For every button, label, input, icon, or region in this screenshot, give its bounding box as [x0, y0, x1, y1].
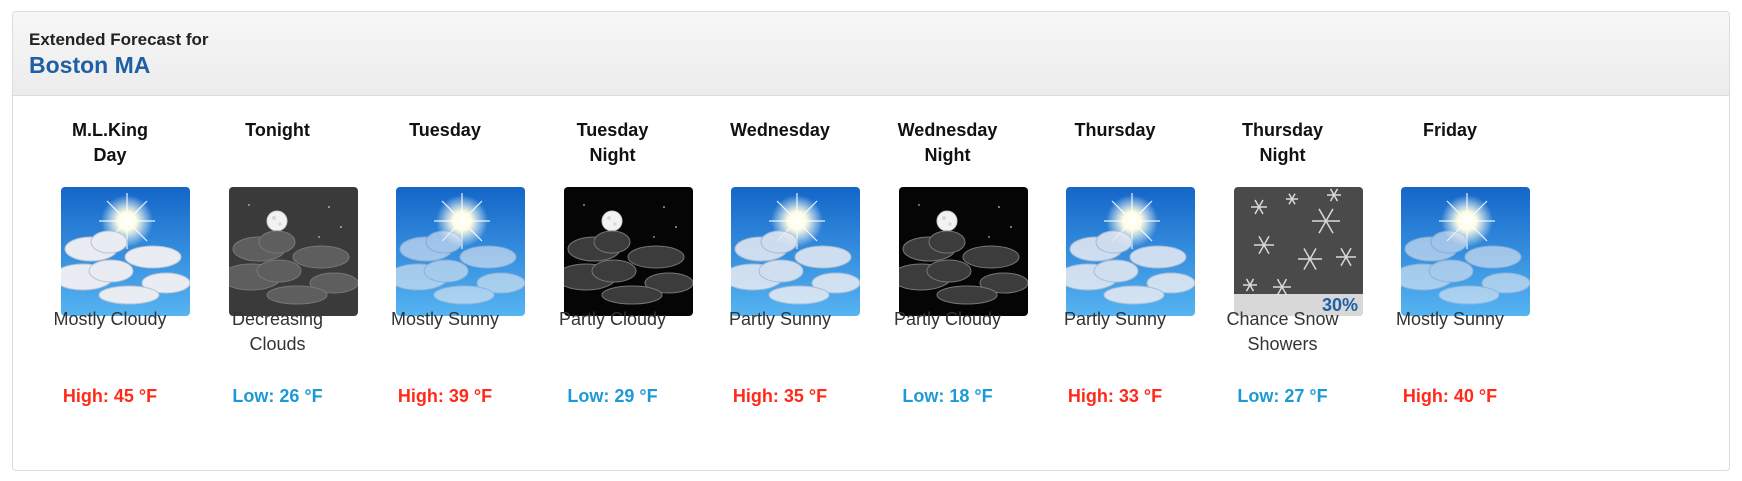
- period-name: Friday: [1422, 120, 1478, 140]
- short-description: Partly Cloudy: [558, 309, 667, 329]
- period-name: Wednesday Night: [897, 120, 998, 165]
- mostly-sunny-icon[interactable]: [396, 187, 525, 316]
- short-description: Chance Snow Showers: [1226, 309, 1339, 354]
- period-name: Tuesday Night: [576, 120, 649, 165]
- partly-cloudy-night-icon[interactable]: [563, 187, 693, 316]
- period-name: Thursday Night: [1241, 120, 1324, 165]
- short-description: Mostly Cloudy: [53, 309, 167, 329]
- period-name: Tonight: [245, 120, 310, 140]
- location-title[interactable]: Boston MA: [29, 51, 1713, 79]
- short-description: Mostly Sunny: [390, 309, 500, 329]
- panel-subtitle: Extended Forecast for: [29, 30, 209, 49]
- forecast-panel: Extended Forecast for Boston MA M.L.King…: [12, 11, 1730, 471]
- mostly-sunny-icon[interactable]: [1401, 187, 1530, 316]
- short-description: Partly Sunny: [728, 309, 832, 329]
- period-name: Tuesday: [409, 120, 481, 140]
- high-temperature: High: 33 °F: [1067, 386, 1163, 406]
- short-description: Decreasing Clouds: [231, 309, 324, 354]
- mostly-cloudy-day-icon[interactable]: [61, 187, 190, 316]
- low-temperature: Low: 27 °F: [1237, 386, 1328, 406]
- high-temperature: High: 45 °F: [62, 386, 158, 406]
- high-temperature: High: 39 °F: [397, 386, 493, 406]
- short-description: Partly Sunny: [1063, 309, 1167, 329]
- snow-showers-icon[interactable]: 30%: [1233, 187, 1363, 316]
- short-description: Partly Cloudy: [893, 309, 1002, 329]
- partly-sunny-icon[interactable]: [1066, 187, 1195, 316]
- high-temperature: High: 35 °F: [732, 386, 828, 406]
- period-name: M.L.King Day: [72, 120, 148, 165]
- low-temperature: Low: 18 °F: [902, 386, 993, 406]
- period-name: Wednesday: [730, 120, 830, 140]
- low-temperature: Low: 26 °F: [232, 386, 323, 406]
- high-temperature: High: 40 °F: [1402, 386, 1498, 406]
- decreasing-clouds-night-icon[interactable]: [228, 187, 358, 316]
- partly-sunny-icon[interactable]: [731, 187, 860, 316]
- forecast-row: M.L.King Day Mostly Cloudy High: 45 °F T…: [13, 96, 1729, 470]
- partly-cloudy-night-icon[interactable]: [898, 187, 1028, 316]
- panel-header: Extended Forecast for Boston MA: [13, 12, 1729, 96]
- period-name: Thursday: [1074, 120, 1156, 140]
- low-temperature: Low: 29 °F: [567, 386, 658, 406]
- short-description: Mostly Sunny: [1395, 309, 1505, 329]
